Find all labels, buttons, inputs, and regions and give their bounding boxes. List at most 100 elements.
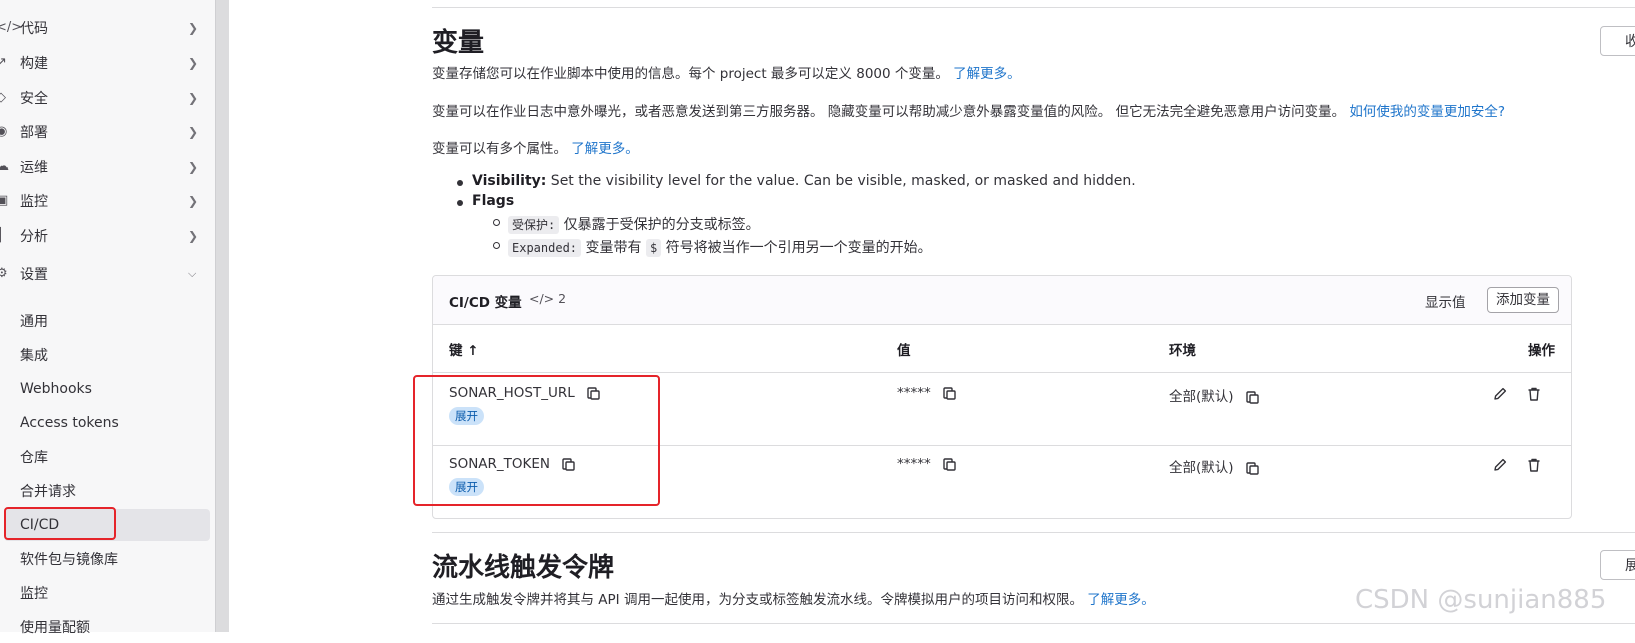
code-icon: </> — [0, 20, 23, 35]
column-environment: 环境 — [1169, 343, 1196, 359]
sidebar-item-security[interactable]: ◇ 安全 ❯ — [0, 81, 210, 115]
variables-title: 变量 — [432, 28, 485, 58]
sidebar-item-deploy[interactable]: ◉ 部署 ❯ — [0, 115, 210, 149]
sidebar-scrollbar[interactable] — [215, 0, 229, 632]
sidebar-subitem-label: 软件包与镜像库 — [20, 552, 118, 568]
learn-more-link[interactable]: 了解更多。 — [953, 66, 1021, 82]
add-variable-button[interactable]: 添加变量 — [1487, 287, 1559, 313]
sidebar-subitem-repository[interactable]: 仓库 — [0, 441, 210, 473]
settings-icon: ⚙ — [0, 266, 8, 281]
delete-icon[interactable] — [1526, 457, 1542, 473]
sidebar-item-label: 监控 — [20, 194, 48, 210]
sidebar-item-label: 部署 — [20, 125, 48, 141]
expanded-flag-text: 变量带有 — [581, 240, 646, 256]
chart-icon: ┃ — [0, 229, 10, 243]
sidebar-subitem-label: 监控 — [20, 586, 48, 602]
sidebar-subitem-label: Access tokens — [20, 415, 119, 431]
variable-environment: 全部(默认) — [1169, 456, 1259, 476]
sidebar-item-label: 运维 — [20, 160, 48, 176]
sidebar-subitem-access-tokens[interactable]: Access tokens — [0, 407, 210, 439]
sidebar-item-build[interactable]: ↗ 构建 ❯ — [0, 46, 210, 80]
variable-value: ***** — [897, 385, 956, 401]
sidebar-subitem-integrations[interactable]: 集成 — [0, 339, 210, 371]
pipeline-description-text: 通过生成触发令牌并将其与 API 调用一起使用，为分支或标签触发流水线。令牌模拟… — [432, 592, 1083, 608]
expanded-flag-text-2: 符号将被当作一个引用另一个变量的开始。 — [661, 240, 932, 256]
environment-text: 全部(默认) — [1169, 389, 1234, 405]
masked-value: ***** — [897, 385, 931, 401]
chevron-right-icon: ❯ — [188, 125, 199, 139]
variables-attributes-note: 变量可以有多个属性。 了解更多。 — [432, 137, 639, 157]
sidebar-item-monitor[interactable]: ▣ 监控 ❯ — [0, 184, 210, 218]
variable-count: </> 2 — [529, 291, 566, 306]
edit-icon[interactable] — [1492, 457, 1508, 473]
watermark: CSDN @sunjian885 — [1355, 585, 1607, 615]
sidebar-subitem-label: 集成 — [20, 348, 48, 364]
cloud-gear-icon: ☁ — [0, 159, 9, 174]
chevron-right-icon: ❯ — [188, 21, 199, 35]
edit-icon[interactable] — [1492, 386, 1508, 402]
security-note-text: 变量可以在作业日志中意外曝光，或者恶意发送到第三方服务器。 隐藏变量可以帮助减少… — [432, 104, 1346, 120]
chevron-right-icon: ❯ — [188, 160, 199, 174]
delete-icon[interactable] — [1526, 386, 1542, 402]
sidebar-subitem-merge-requests[interactable]: 合并请求 — [0, 475, 210, 507]
flags-label: Flags — [472, 193, 515, 209]
sidebar-item-operate[interactable]: ☁ 运维 ❯ — [0, 150, 210, 184]
sidebar-subitem-webhooks[interactable]: Webhooks — [0, 373, 210, 405]
variable-environment: 全部(默认) — [1169, 385, 1259, 405]
rocket-icon: ↗ — [0, 55, 7, 70]
sidebar-subitem-label: 仓库 — [20, 450, 48, 466]
sidebar-item-label: 代码 — [20, 21, 48, 37]
sidebar-subitem-packages-registries[interactable]: 软件包与镜像库 — [0, 543, 210, 575]
sidebar-subitem-label: 使用量配额 — [20, 620, 90, 636]
variables-security-note: 变量可以在作业日志中意外曝光，或者恶意发送到第三方服务器。 隐藏变量可以帮助减少… — [432, 100, 1505, 120]
visibility-label: Visibility: — [472, 173, 547, 189]
chevron-right-icon: ❯ — [188, 56, 199, 70]
column-key-sort[interactable]: 键 ↑ — [449, 339, 479, 359]
section-divider — [432, 7, 1635, 8]
environment-text: 全部(默认) — [1169, 460, 1234, 476]
deployments-icon: ◉ — [0, 124, 8, 139]
sidebar-subitem-usage-quotas[interactable]: 使用量配额 — [0, 611, 210, 643]
sidebar-item-label: 设置 — [20, 267, 48, 283]
flags-bullet: Flags — [472, 193, 514, 209]
column-actions: 操作 — [1528, 343, 1555, 359]
sidebar-subitem-general[interactable]: 通用 — [0, 305, 210, 337]
variable-value: ***** — [897, 456, 956, 472]
description-text: 变量存储您可以在作业脚本中使用的信息。每个 project 最多可以定义 800… — [432, 66, 949, 82]
sidebar-item-label: 分析 — [20, 229, 48, 245]
sidebar-item-label: 安全 — [20, 91, 48, 107]
chevron-right-icon: ❯ — [188, 229, 199, 243]
sidebar-item-code[interactable]: </> 代码 ❯ — [0, 11, 210, 45]
expand-button[interactable]: 展 — [1600, 550, 1635, 580]
sub-bullet-circle — [493, 242, 500, 249]
variable-count-value: 2 — [558, 291, 567, 306]
attributes-note-text: 变量可以有多个属性。 — [432, 141, 567, 157]
protected-flag-item: 受保护: 仅暴露于受保护的分支或标签。 — [508, 214, 760, 234]
card-title: CI/CD 变量 — [449, 295, 522, 311]
pipeline-learn-more-link[interactable]: 了解更多。 — [1087, 592, 1155, 608]
code-icon: </> — [529, 291, 559, 306]
monitor-icon: ▣ — [0, 193, 9, 208]
security-help-link[interactable]: 如何使我的变量更加安全? — [1349, 104, 1505, 120]
copy-icon[interactable] — [943, 386, 956, 400]
pipeline-triggers-title: 流水线触发令牌 — [432, 553, 615, 583]
highlight-box — [4, 507, 116, 540]
column-value: 值 — [897, 343, 911, 359]
copy-icon[interactable] — [1246, 461, 1259, 475]
sidebar-item-analyze[interactable]: ┃ 分析 ❯ — [0, 219, 210, 253]
card-header: CI/CD 变量 </> 2 显示值 添加变量 — [433, 276, 1571, 325]
show-values-toggle[interactable]: 显示值 — [1425, 291, 1466, 311]
attributes-learn-more-link[interactable]: 了解更多。 — [571, 141, 639, 157]
sidebar-item-settings[interactable]: ⚙ 设置 ⌵ — [0, 257, 210, 291]
table-divider — [433, 372, 1571, 373]
dollar-code: $ — [645, 239, 662, 257]
chevron-right-icon: ❯ — [188, 91, 199, 105]
chevron-right-icon: ❯ — [188, 194, 199, 208]
copy-icon[interactable] — [1246, 390, 1259, 404]
protected-flag-code: 受保护: — [508, 216, 560, 234]
copy-icon[interactable] — [943, 457, 956, 471]
collapse-button[interactable]: 收 — [1600, 26, 1635, 56]
sidebar-subitem-label: 通用 — [20, 314, 48, 330]
sidebar-subitem-monitor[interactable]: 监控 — [0, 577, 210, 609]
highlight-box — [413, 375, 660, 506]
